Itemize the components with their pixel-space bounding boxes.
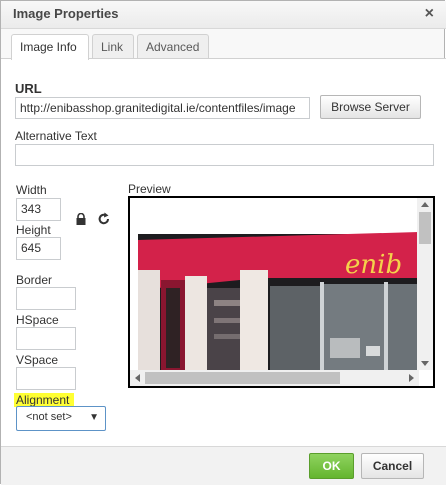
hspace-label: HSpace <box>16 313 59 327</box>
tab-advanced[interactable]: Advanced <box>137 34 209 58</box>
width-label: Width <box>16 183 47 197</box>
width-input[interactable]: 343 <box>16 198 61 221</box>
preview-vertical-scrollbar[interactable] <box>417 198 433 370</box>
scroll-down-icon[interactable] <box>421 361 429 366</box>
ok-button[interactable]: OK <box>309 453 354 479</box>
scroll-right-icon[interactable] <box>409 374 414 382</box>
preview-image: enib <box>130 198 419 370</box>
chevron-down-icon: ▼ <box>89 412 99 423</box>
preview-label: Preview <box>128 182 171 196</box>
dialog-titlebar[interactable]: Image Properties × <box>1 1 446 29</box>
alignment-select[interactable]: <not set> ▼ <box>16 406 106 431</box>
scroll-left-icon[interactable] <box>135 374 140 382</box>
tab-link[interactable]: Link <box>92 34 134 58</box>
image-properties-dialog: Image Properties × Image Info Link Advan… <box>0 0 446 485</box>
browse-server-button[interactable]: Browse Server <box>320 95 421 119</box>
reset-size-icon[interactable] <box>98 212 110 226</box>
alt-text-label: Alternative Text <box>15 129 97 143</box>
height-input[interactable]: 645 <box>16 237 61 260</box>
vertical-scroll-thumb[interactable] <box>419 212 431 244</box>
hspace-input[interactable] <box>16 327 76 350</box>
url-label: URL <box>15 81 42 96</box>
close-icon[interactable]: × <box>425 5 434 23</box>
cancel-button[interactable]: Cancel <box>361 453 424 479</box>
preview-horizontal-scrollbar[interactable] <box>130 370 419 386</box>
shop-sign-text: enib <box>345 250 402 280</box>
border-input[interactable] <box>16 287 76 310</box>
lock-icon[interactable] <box>75 213 87 225</box>
scroll-up-icon[interactable] <box>421 202 429 207</box>
alignment-label: Alignment <box>16 393 70 407</box>
tab-image-info[interactable]: Image Info <box>11 34 89 60</box>
dialog-title: Image Properties <box>13 6 119 21</box>
vspace-input[interactable] <box>16 367 76 390</box>
alignment-selected-value: <not set> <box>26 411 72 423</box>
border-label: Border <box>16 273 53 287</box>
vspace-label: VSpace <box>16 353 59 367</box>
alt-text-input[interactable] <box>15 144 434 166</box>
height-label: Height <box>16 223 51 237</box>
preview-pane[interactable]: enib <box>128 196 435 388</box>
horizontal-scroll-thumb[interactable] <box>145 372 340 384</box>
url-input[interactable]: http://enibasshop.granitedigital.ie/cont… <box>15 97 310 119</box>
